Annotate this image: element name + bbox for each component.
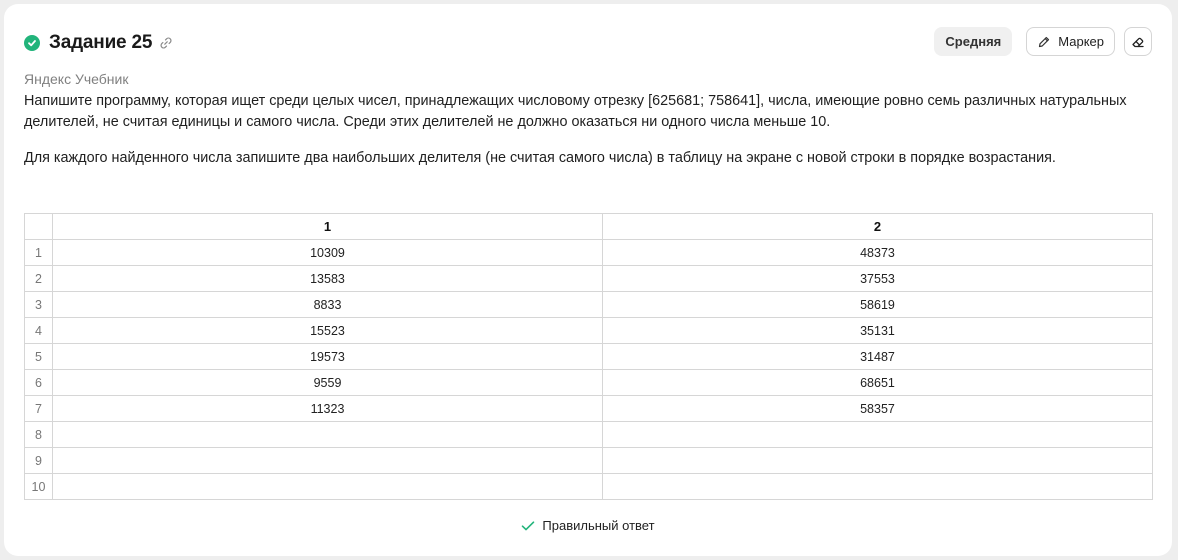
table-cell[interactable]: 48373: [602, 239, 1153, 266]
table-row: 10: [24, 473, 1153, 500]
pencil-icon: [1039, 36, 1050, 47]
marker-label: Маркер: [1058, 34, 1104, 49]
corner-cell: [24, 213, 53, 240]
checkmark-icon: [522, 520, 535, 530]
task-header: Задание 25 Средняя Маркер: [24, 27, 1152, 60]
row-index: 5: [24, 343, 53, 370]
correct-answer-status: Правильный ответ: [4, 518, 1172, 533]
table-row: 7 11323 58357: [24, 395, 1153, 422]
row-index: 10: [24, 473, 53, 500]
task-card: Задание 25 Средняя Маркер Яндекс Учебник…: [4, 4, 1172, 556]
row-index: 9: [24, 447, 53, 474]
row-index: 3: [24, 291, 53, 318]
table-cell[interactable]: 31487: [602, 343, 1153, 370]
table-row: 1 10309 48373: [24, 239, 1153, 266]
table-row: 2 13583 37553: [24, 265, 1153, 292]
table-row: 4 15523 35131: [24, 317, 1153, 344]
difficulty-badge: Средняя: [934, 27, 1013, 56]
row-index: 2: [24, 265, 53, 292]
table-cell[interactable]: [52, 421, 603, 448]
table-cell[interactable]: 68651: [602, 369, 1153, 396]
task-title: Задание 25: [49, 32, 153, 53]
header-actions: Средняя Маркер: [934, 27, 1152, 56]
table-cell[interactable]: 13583: [52, 265, 603, 292]
table-cell[interactable]: [602, 473, 1153, 500]
table-cell[interactable]: 8833: [52, 291, 603, 318]
correct-answer-label: Правильный ответ: [542, 518, 655, 533]
table-row: 6 9559 68651: [24, 369, 1153, 396]
table-cell[interactable]: 19573: [52, 343, 603, 370]
table-cell[interactable]: 15523: [52, 317, 603, 344]
title-group: Задание 25: [24, 32, 173, 54]
table-row: 9: [24, 447, 1153, 474]
table-header-row: 1 2: [24, 213, 1153, 240]
task-paragraph-1: Напишите программу, которая ищет среди ц…: [24, 93, 1127, 130]
table-cell[interactable]: 9559: [52, 369, 603, 396]
marker-button[interactable]: Маркер: [1026, 27, 1115, 56]
table-cell[interactable]: [52, 447, 603, 474]
task-source: Яндекс Учебник: [24, 71, 129, 87]
row-index: 6: [24, 369, 53, 396]
row-index: 1: [24, 239, 53, 266]
table-row: 5 19573 31487: [24, 343, 1153, 370]
table-cell[interactable]: [52, 473, 603, 500]
column-header: 2: [602, 213, 1153, 240]
table-cell[interactable]: 11323: [52, 395, 603, 422]
table-cell[interactable]: 10309: [52, 239, 603, 266]
link-icon[interactable]: [159, 36, 173, 50]
table-cell[interactable]: 37553: [602, 265, 1153, 292]
row-index: 7: [24, 395, 53, 422]
table-cell[interactable]: 58357: [602, 395, 1153, 422]
eraser-button[interactable]: [1124, 27, 1152, 56]
column-header: 1: [52, 213, 603, 240]
table-cell[interactable]: [602, 421, 1153, 448]
row-index: 8: [24, 421, 53, 448]
table-row: 3 8833 58619: [24, 291, 1153, 318]
table-row: 8: [24, 421, 1153, 448]
row-index: 4: [24, 317, 53, 344]
answer-table: 1 2 1 10309 48373 2 13583 37553 3 8833 5…: [24, 213, 1153, 500]
check-circle-icon: [24, 35, 40, 51]
eraser-icon: [1132, 37, 1144, 47]
task-paragraph-2: Для каждого найденного числа запишите дв…: [24, 150, 1056, 166]
table-cell[interactable]: 35131: [602, 317, 1153, 344]
table-cell[interactable]: 58619: [602, 291, 1153, 318]
table-cell[interactable]: [602, 447, 1153, 474]
